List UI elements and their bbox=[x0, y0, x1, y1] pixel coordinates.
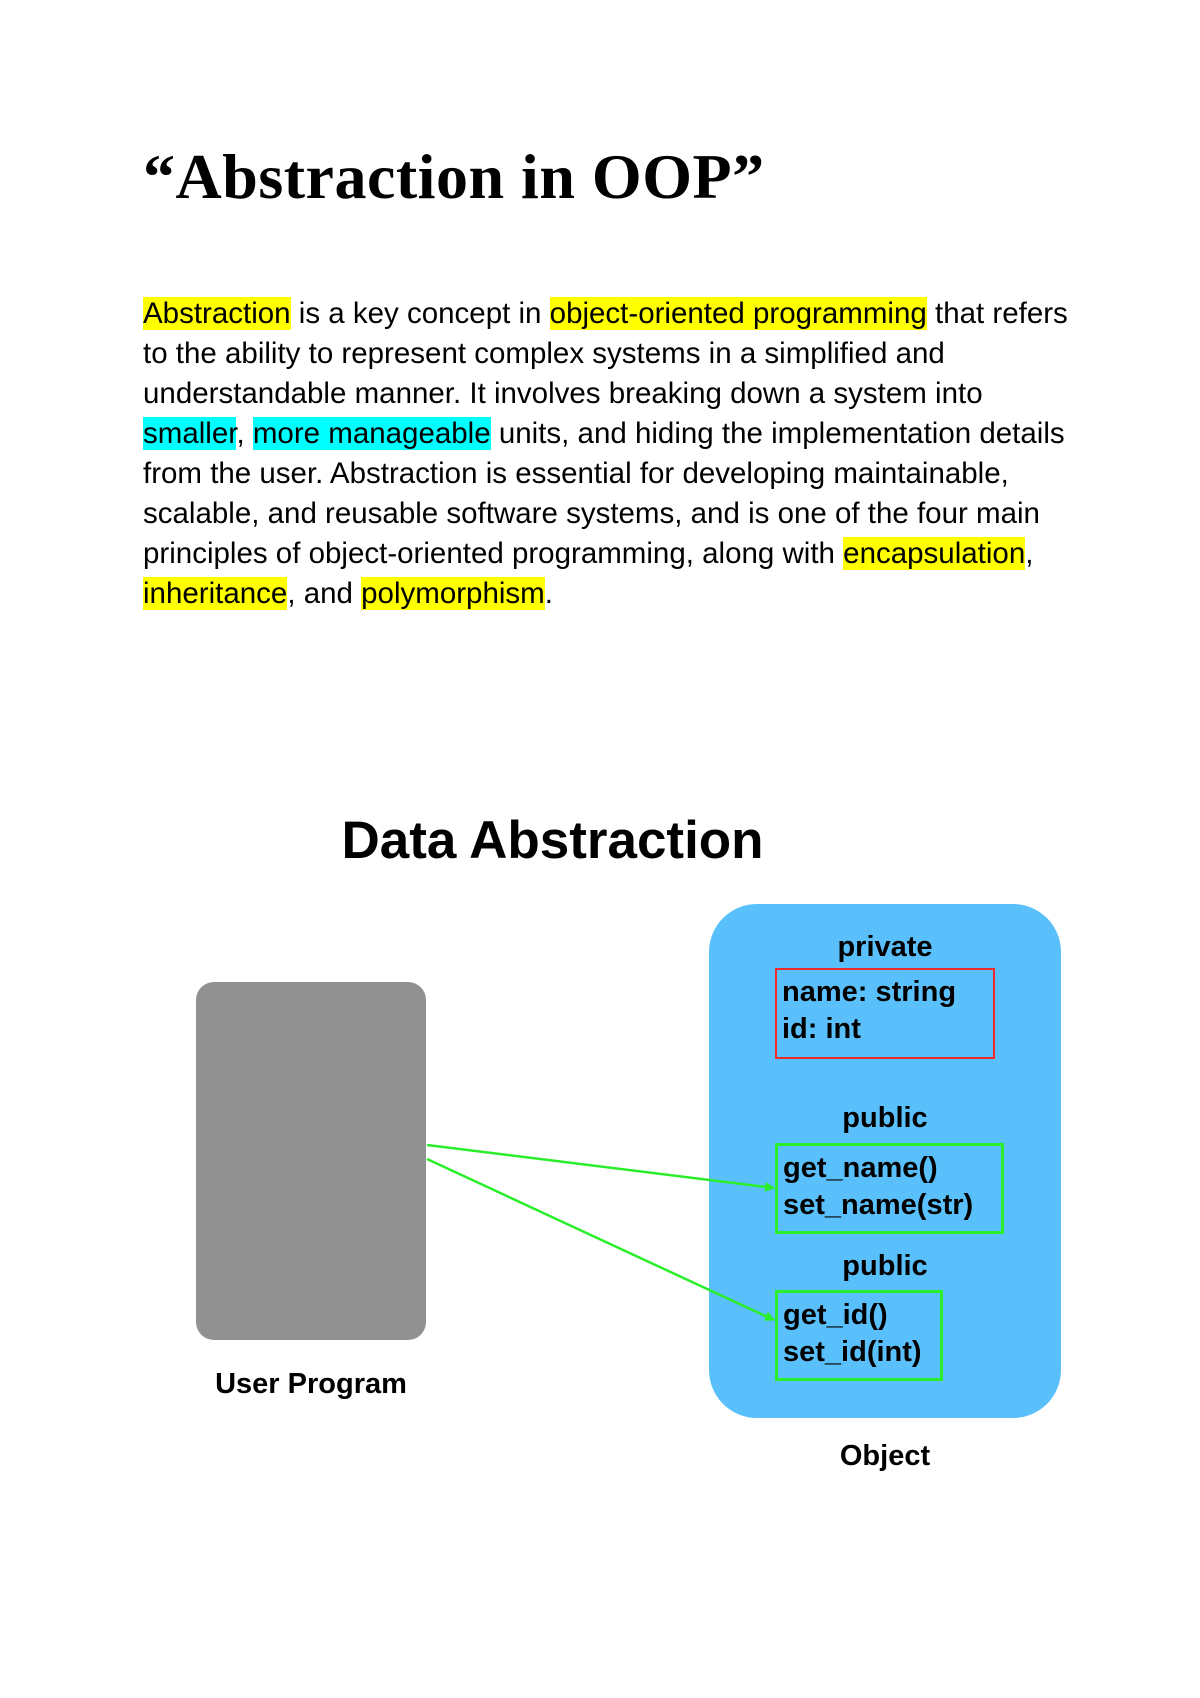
diagram-title-text: Data Abstraction bbox=[341, 811, 764, 870]
method-get-id: get_id() bbox=[783, 1299, 888, 1331]
member-name: name: string bbox=[782, 976, 957, 1008]
paragraph-text-run: , and bbox=[287, 577, 362, 610]
highlighted-term: polymorphism bbox=[361, 577, 545, 610]
user-program-box bbox=[196, 982, 426, 1340]
public-id-methods-box: get_id() set_id(int) bbox=[775, 1290, 943, 1381]
paragraph-text-run: , bbox=[236, 417, 253, 450]
method-set-id: set_id(int) bbox=[783, 1336, 922, 1368]
document-title: “Abstraction in OOP” bbox=[143, 141, 765, 212]
public-section-label-2: public bbox=[842, 1250, 928, 1282]
highlighted-term: Abstraction bbox=[143, 297, 291, 330]
highlighted-term: object-oriented programming bbox=[549, 297, 927, 330]
public-name-methods-box: get_name() set_name(str) bbox=[775, 1143, 1004, 1234]
highlighted-term: encapsulation bbox=[843, 537, 1026, 570]
user-program-label: User Program bbox=[215, 1368, 407, 1400]
highlighted-term: more manageable bbox=[252, 417, 491, 450]
object-label: Object bbox=[839, 1440, 931, 1472]
private-members-box: name: string id: int bbox=[775, 968, 995, 1059]
method-set-name: set_name(str) bbox=[783, 1189, 974, 1221]
method-get-name: get_name() bbox=[783, 1152, 938, 1184]
body-paragraph: Abstraction is a key concept in object-o… bbox=[143, 294, 1083, 614]
highlighted-term: inheritance bbox=[143, 577, 288, 610]
public-section-label-1: public bbox=[842, 1102, 928, 1134]
private-section-label: private bbox=[837, 931, 933, 963]
member-id: id: int bbox=[782, 1013, 861, 1045]
highlighted-term: smaller bbox=[143, 417, 237, 450]
paragraph-text-run: is a key concept in bbox=[290, 297, 550, 330]
diagram-title: Data Abstraction bbox=[0, 810, 1200, 871]
paragraph-text-run: . bbox=[544, 577, 553, 610]
paragraph-text-run: , bbox=[1025, 537, 1034, 570]
